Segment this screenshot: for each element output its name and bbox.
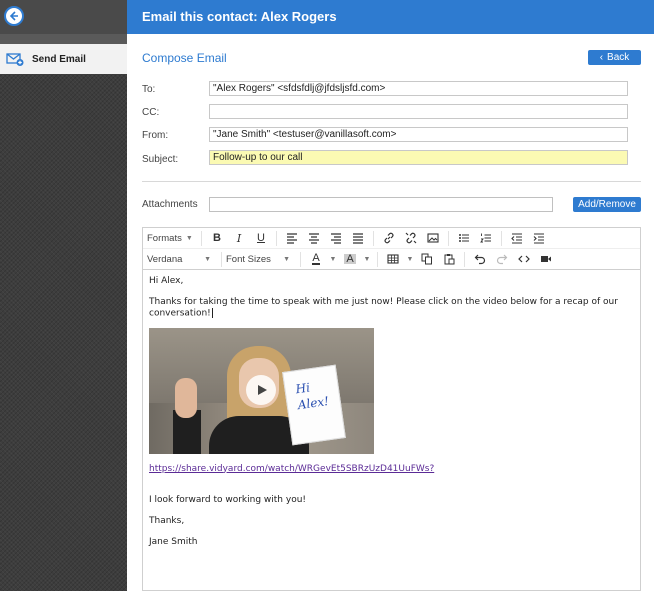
formats-dropdown[interactable]: Formats ▼: [147, 233, 197, 244]
toolbar-row-2: Verdana ▼ Font Sizes ▼ A ▼ A ▼ ▼: [143, 249, 640, 270]
align-center-icon[interactable]: [303, 229, 325, 247]
caret-down-icon: ▼: [283, 255, 290, 263]
toolbar-separator: [448, 230, 449, 246]
toolbar-separator: [300, 251, 301, 267]
caret-down-icon[interactable]: ▼: [327, 250, 339, 268]
italic-icon[interactable]: I: [228, 229, 250, 247]
sidebar-header: [0, 0, 127, 34]
caret-down-icon: ▼: [185, 234, 193, 242]
page-title: Email this contact: Alex Rogers: [127, 0, 654, 34]
text-color-icon[interactable]: A: [305, 250, 327, 268]
video-card: Hi Alex!: [282, 364, 346, 445]
cc-field[interactable]: [209, 104, 628, 119]
attachments-label: Attachments: [142, 199, 198, 210]
back-arrow-icon[interactable]: [4, 6, 24, 26]
back-button[interactable]: ‹ Back: [588, 50, 641, 65]
video-thumbnail[interactable]: Hi Alex!: [149, 327, 374, 454]
toolbar-separator: [377, 251, 378, 267]
table-icon[interactable]: [382, 250, 404, 268]
toolbar-row-1: Formats ▼ B I U: [143, 228, 640, 249]
sidebar-band: [0, 34, 127, 44]
align-left-icon[interactable]: [281, 229, 303, 247]
toolbar-separator: [201, 230, 202, 246]
video-icon[interactable]: [535, 250, 557, 268]
attachments-field[interactable]: [209, 197, 553, 212]
thanks-text: Thanks,: [149, 515, 185, 526]
rich-text-editor: Formats ▼ B I U Verdana ▼ Font Sizes ▼ A…: [142, 227, 641, 591]
send-email-icon: [6, 51, 24, 67]
toolbar-separator: [276, 230, 277, 246]
body-paragraph-text: Thanks for taking the time to speak with…: [149, 297, 618, 319]
sidebar-item-label: Send Email: [32, 53, 86, 65]
to-label: To:: [142, 84, 156, 95]
font-size-dropdown[interactable]: Font Sizes ▼: [226, 254, 296, 265]
from-label: From:: [142, 130, 169, 141]
align-justify-icon[interactable]: [347, 229, 369, 247]
source-code-icon[interactable]: [513, 250, 535, 268]
caret-down-icon[interactable]: ▼: [404, 250, 416, 268]
divider: [142, 181, 641, 182]
toolbar-separator: [501, 230, 502, 246]
font-size-label: Font Sizes: [226, 253, 271, 265]
bold-icon[interactable]: B: [206, 229, 228, 247]
caret-down-icon: ▼: [204, 255, 211, 263]
formats-label: Formats: [147, 232, 182, 244]
font-family-dropdown[interactable]: Verdana ▼: [147, 254, 217, 265]
body-paragraph: Thanks for taking the time to speak with…: [149, 297, 634, 320]
image-icon[interactable]: [422, 229, 444, 247]
closing-text: I look forward to working with you!: [149, 494, 307, 505]
underline-icon[interactable]: U: [250, 229, 272, 247]
cc-label: CC:: [142, 107, 160, 118]
toolbar-separator: [373, 230, 374, 246]
font-family-label: Verdana: [147, 253, 183, 265]
to-field[interactable]: "Alex Rogers" <sfdsfdlj@jfdsljsfd.com>: [209, 81, 628, 96]
undo-icon[interactable]: [469, 250, 491, 268]
chevron-left-icon: ‹: [599, 52, 604, 63]
redo-icon[interactable]: [491, 250, 513, 268]
sidebar: Send Email: [0, 0, 127, 591]
link-icon[interactable]: [378, 229, 400, 247]
outdent-icon[interactable]: [506, 229, 528, 247]
from-field[interactable]: "Jane Smith" <testuser@vanillasoft.com>: [209, 127, 628, 142]
video-link[interactable]: https://share.vidyard.com/watch/WRGevEt5…: [149, 464, 434, 474]
subject-field[interactable]: Follow-up to our call: [209, 150, 628, 165]
unlink-icon[interactable]: [400, 229, 422, 247]
compose-panel: Compose Email ‹ Back To: "Alex Rogers" <…: [127, 34, 654, 591]
signature-text: Jane Smith: [149, 536, 198, 547]
bullet-list-icon[interactable]: [453, 229, 475, 247]
compose-title: Compose Email: [142, 51, 227, 65]
play-icon[interactable]: [246, 374, 276, 405]
toolbar-separator: [221, 251, 222, 267]
numbered-list-icon[interactable]: [475, 229, 497, 247]
paste-icon[interactable]: [438, 250, 460, 268]
background-color-icon[interactable]: A: [339, 250, 361, 268]
add-remove-button[interactable]: Add/Remove: [573, 197, 641, 212]
subject-label: Subject:: [142, 154, 179, 165]
sidebar-item-send-email[interactable]: Send Email: [0, 44, 127, 74]
greeting-text: Hi Alex,: [149, 276, 184, 286]
video-person-hand: [175, 377, 197, 418]
indent-icon[interactable]: [528, 229, 550, 247]
text-cursor: [211, 308, 213, 318]
caret-down-icon[interactable]: ▼: [361, 250, 373, 268]
align-right-icon[interactable]: [325, 229, 347, 247]
copy-icon[interactable]: [416, 250, 438, 268]
toolbar-separator: [464, 251, 465, 267]
back-button-label: Back: [607, 52, 630, 63]
editor-body[interactable]: Hi Alex, Thanks for taking the time to s…: [143, 270, 640, 564]
